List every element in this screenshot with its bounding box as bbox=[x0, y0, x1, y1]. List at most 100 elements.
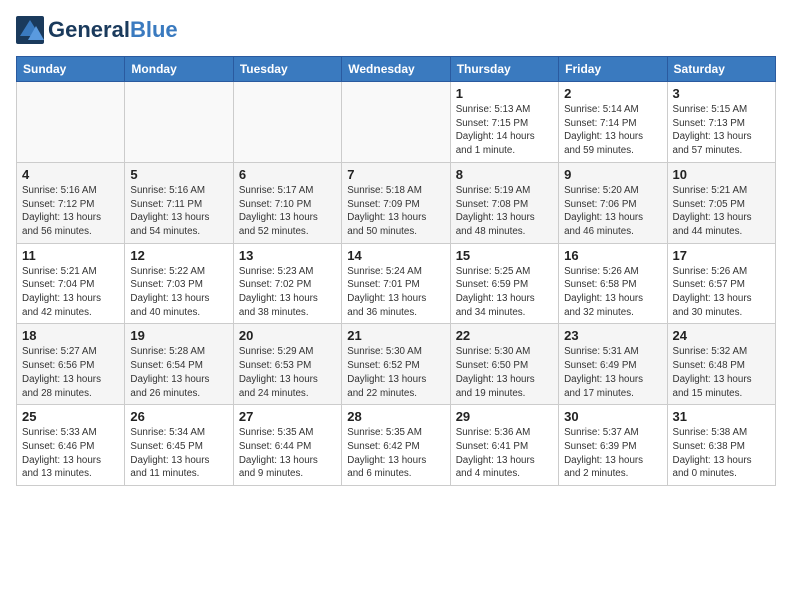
calendar-cell: 27 Sunrise: 5:35 AM Sunset: 6:44 PM Dayli… bbox=[233, 405, 341, 486]
calendar-cell: 28 Sunrise: 5:35 AM Sunset: 6:42 PM Dayli… bbox=[342, 405, 450, 486]
day-info: Sunrise: 5:27 AM Sunset: 6:56 PM Dayligh… bbox=[22, 345, 119, 400]
day-number: 31 bbox=[673, 409, 770, 424]
day-number: 30 bbox=[564, 409, 661, 424]
logo-icon bbox=[16, 16, 44, 44]
calendar-table: SundayMondayTuesdayWednesdayThursdayFrid… bbox=[16, 56, 776, 486]
day-info: Sunrise: 5:36 AM Sunset: 6:41 PM Dayligh… bbox=[456, 426, 553, 481]
header-wednesday: Wednesday bbox=[342, 57, 450, 82]
day-number: 6 bbox=[239, 167, 336, 182]
day-info: Sunrise: 5:35 AM Sunset: 6:44 PM Dayligh… bbox=[239, 426, 336, 481]
day-number: 23 bbox=[564, 328, 661, 343]
day-info: Sunrise: 5:20 AM Sunset: 7:06 PM Dayligh… bbox=[564, 184, 661, 239]
day-number: 4 bbox=[22, 167, 119, 182]
day-info: Sunrise: 5:31 AM Sunset: 6:49 PM Dayligh… bbox=[564, 345, 661, 400]
day-info: Sunrise: 5:18 AM Sunset: 7:09 PM Dayligh… bbox=[347, 184, 444, 239]
day-info: Sunrise: 5:38 AM Sunset: 6:38 PM Dayligh… bbox=[673, 426, 770, 481]
day-info: Sunrise: 5:26 AM Sunset: 6:57 PM Dayligh… bbox=[673, 265, 770, 320]
logo-general: General bbox=[48, 17, 130, 42]
day-number: 29 bbox=[456, 409, 553, 424]
day-number: 10 bbox=[673, 167, 770, 182]
day-info: Sunrise: 5:25 AM Sunset: 6:59 PM Dayligh… bbox=[456, 265, 553, 320]
day-number: 5 bbox=[130, 167, 227, 182]
calendar-cell: 15 Sunrise: 5:25 AM Sunset: 6:59 PM Dayli… bbox=[450, 243, 558, 324]
week-row-3: 18 Sunrise: 5:27 AM Sunset: 6:56 PM Dayli… bbox=[17, 324, 776, 405]
day-info: Sunrise: 5:37 AM Sunset: 6:39 PM Dayligh… bbox=[564, 426, 661, 481]
day-info: Sunrise: 5:30 AM Sunset: 6:52 PM Dayligh… bbox=[347, 345, 444, 400]
calendar-cell: 3Sunrise: 5:15 AM Sunset: 7:13 PM Daylig… bbox=[667, 82, 775, 163]
calendar-cell: 12Sunrise: 5:22 AM Sunset: 7:03 PM Dayli… bbox=[125, 243, 233, 324]
header-thursday: Thursday bbox=[450, 57, 558, 82]
day-number: 1 bbox=[456, 86, 553, 101]
day-number: 12 bbox=[130, 248, 227, 263]
day-number: 18 bbox=[22, 328, 119, 343]
logo-blue: Blue bbox=[130, 17, 178, 42]
day-info: Sunrise: 5:32 AM Sunset: 6:48 PM Dayligh… bbox=[673, 345, 770, 400]
calendar-cell: 2 Sunrise: 5:14 AM Sunset: 7:14 PM Daylig… bbox=[559, 82, 667, 163]
calendar-cell: 16 Sunrise: 5:26 AM Sunset: 6:58 PM Dayli… bbox=[559, 243, 667, 324]
calendar-cell: 19 Sunrise: 5:28 AM Sunset: 6:54 PM Dayli… bbox=[125, 324, 233, 405]
header-tuesday: Tuesday bbox=[233, 57, 341, 82]
day-info: Sunrise: 5:33 AM Sunset: 6:46 PM Dayligh… bbox=[22, 426, 119, 481]
calendar-cell: 8 Sunrise: 5:19 AM Sunset: 7:08 PM Daylig… bbox=[450, 162, 558, 243]
logo-text: GeneralBlue bbox=[48, 19, 178, 41]
day-number: 27 bbox=[239, 409, 336, 424]
day-info: Sunrise: 5:14 AM Sunset: 7:14 PM Dayligh… bbox=[564, 103, 661, 158]
day-info: Sunrise: 5:35 AM Sunset: 6:42 PM Dayligh… bbox=[347, 426, 444, 481]
day-number: 24 bbox=[673, 328, 770, 343]
calendar-cell: 9 Sunrise: 5:20 AM Sunset: 7:06 PM Daylig… bbox=[559, 162, 667, 243]
logo: GeneralBlue bbox=[16, 16, 178, 44]
calendar-cell: 29 Sunrise: 5:36 AM Sunset: 6:41 PM Dayli… bbox=[450, 405, 558, 486]
week-row-4: 25 Sunrise: 5:33 AM Sunset: 6:46 PM Dayli… bbox=[17, 405, 776, 486]
calendar-cell: 21 Sunrise: 5:30 AM Sunset: 6:52 PM Dayli… bbox=[342, 324, 450, 405]
day-info: Sunrise: 5:29 AM Sunset: 6:53 PM Dayligh… bbox=[239, 345, 336, 400]
day-info: Sunrise: 5:26 AM Sunset: 6:58 PM Dayligh… bbox=[564, 265, 661, 320]
header-monday: Monday bbox=[125, 57, 233, 82]
calendar-cell: 14Sunrise: 5:24 AM Sunset: 7:01 PM Dayli… bbox=[342, 243, 450, 324]
calendar-cell: 30 Sunrise: 5:37 AM Sunset: 6:39 PM Dayli… bbox=[559, 405, 667, 486]
day-number: 9 bbox=[564, 167, 661, 182]
calendar-header-row: SundayMondayTuesdayWednesdayThursdayFrid… bbox=[17, 57, 776, 82]
day-info: Sunrise: 5:28 AM Sunset: 6:54 PM Dayligh… bbox=[130, 345, 227, 400]
day-info: Sunrise: 5:16 AM Sunset: 7:11 PM Dayligh… bbox=[130, 184, 227, 239]
day-info: Sunrise: 5:17 AM Sunset: 7:10 PM Dayligh… bbox=[239, 184, 336, 239]
calendar-cell: 20 Sunrise: 5:29 AM Sunset: 6:53 PM Dayli… bbox=[233, 324, 341, 405]
day-info: Sunrise: 5:21 AM Sunset: 7:04 PM Dayligh… bbox=[22, 265, 119, 320]
day-number: 14 bbox=[347, 248, 444, 263]
day-number: 16 bbox=[564, 248, 661, 263]
day-number: 19 bbox=[130, 328, 227, 343]
day-number: 21 bbox=[347, 328, 444, 343]
day-info: Sunrise: 5:34 AM Sunset: 6:45 PM Dayligh… bbox=[130, 426, 227, 481]
calendar-cell: 5 Sunrise: 5:16 AM Sunset: 7:11 PM Daylig… bbox=[125, 162, 233, 243]
day-number: 7 bbox=[347, 167, 444, 182]
day-number: 28 bbox=[347, 409, 444, 424]
day-info: Sunrise: 5:19 AM Sunset: 7:08 PM Dayligh… bbox=[456, 184, 553, 239]
week-row-2: 11Sunrise: 5:21 AM Sunset: 7:04 PM Dayli… bbox=[17, 243, 776, 324]
calendar-cell bbox=[233, 82, 341, 163]
calendar-cell: 11Sunrise: 5:21 AM Sunset: 7:04 PM Dayli… bbox=[17, 243, 125, 324]
day-info: Sunrise: 5:30 AM Sunset: 6:50 PM Dayligh… bbox=[456, 345, 553, 400]
calendar-cell: 6 Sunrise: 5:17 AM Sunset: 7:10 PM Daylig… bbox=[233, 162, 341, 243]
day-number: 25 bbox=[22, 409, 119, 424]
calendar-cell: 7 Sunrise: 5:18 AM Sunset: 7:09 PM Daylig… bbox=[342, 162, 450, 243]
day-number: 20 bbox=[239, 328, 336, 343]
calendar-cell: 25 Sunrise: 5:33 AM Sunset: 6:46 PM Dayli… bbox=[17, 405, 125, 486]
day-number: 13 bbox=[239, 248, 336, 263]
header-saturday: Saturday bbox=[667, 57, 775, 82]
calendar-cell: 17Sunrise: 5:26 AM Sunset: 6:57 PM Dayli… bbox=[667, 243, 775, 324]
page-header: GeneralBlue bbox=[16, 16, 776, 44]
calendar-cell: 10 Sunrise: 5:21 AM Sunset: 7:05 PM Dayli… bbox=[667, 162, 775, 243]
calendar-cell: 4Sunrise: 5:16 AM Sunset: 7:12 PM Daylig… bbox=[17, 162, 125, 243]
day-info: Sunrise: 5:21 AM Sunset: 7:05 PM Dayligh… bbox=[673, 184, 770, 239]
calendar-cell bbox=[17, 82, 125, 163]
calendar-cell: 22Sunrise: 5:30 AM Sunset: 6:50 PM Dayli… bbox=[450, 324, 558, 405]
calendar-cell: 24 Sunrise: 5:32 AM Sunset: 6:48 PM Dayli… bbox=[667, 324, 775, 405]
day-number: 26 bbox=[130, 409, 227, 424]
day-number: 15 bbox=[456, 248, 553, 263]
day-number: 8 bbox=[456, 167, 553, 182]
week-row-1: 4Sunrise: 5:16 AM Sunset: 7:12 PM Daylig… bbox=[17, 162, 776, 243]
day-number: 2 bbox=[564, 86, 661, 101]
day-info: Sunrise: 5:13 AM Sunset: 7:15 PM Dayligh… bbox=[456, 103, 553, 158]
calendar-cell bbox=[342, 82, 450, 163]
calendar-cell bbox=[125, 82, 233, 163]
day-info: Sunrise: 5:15 AM Sunset: 7:13 PM Dayligh… bbox=[673, 103, 770, 158]
